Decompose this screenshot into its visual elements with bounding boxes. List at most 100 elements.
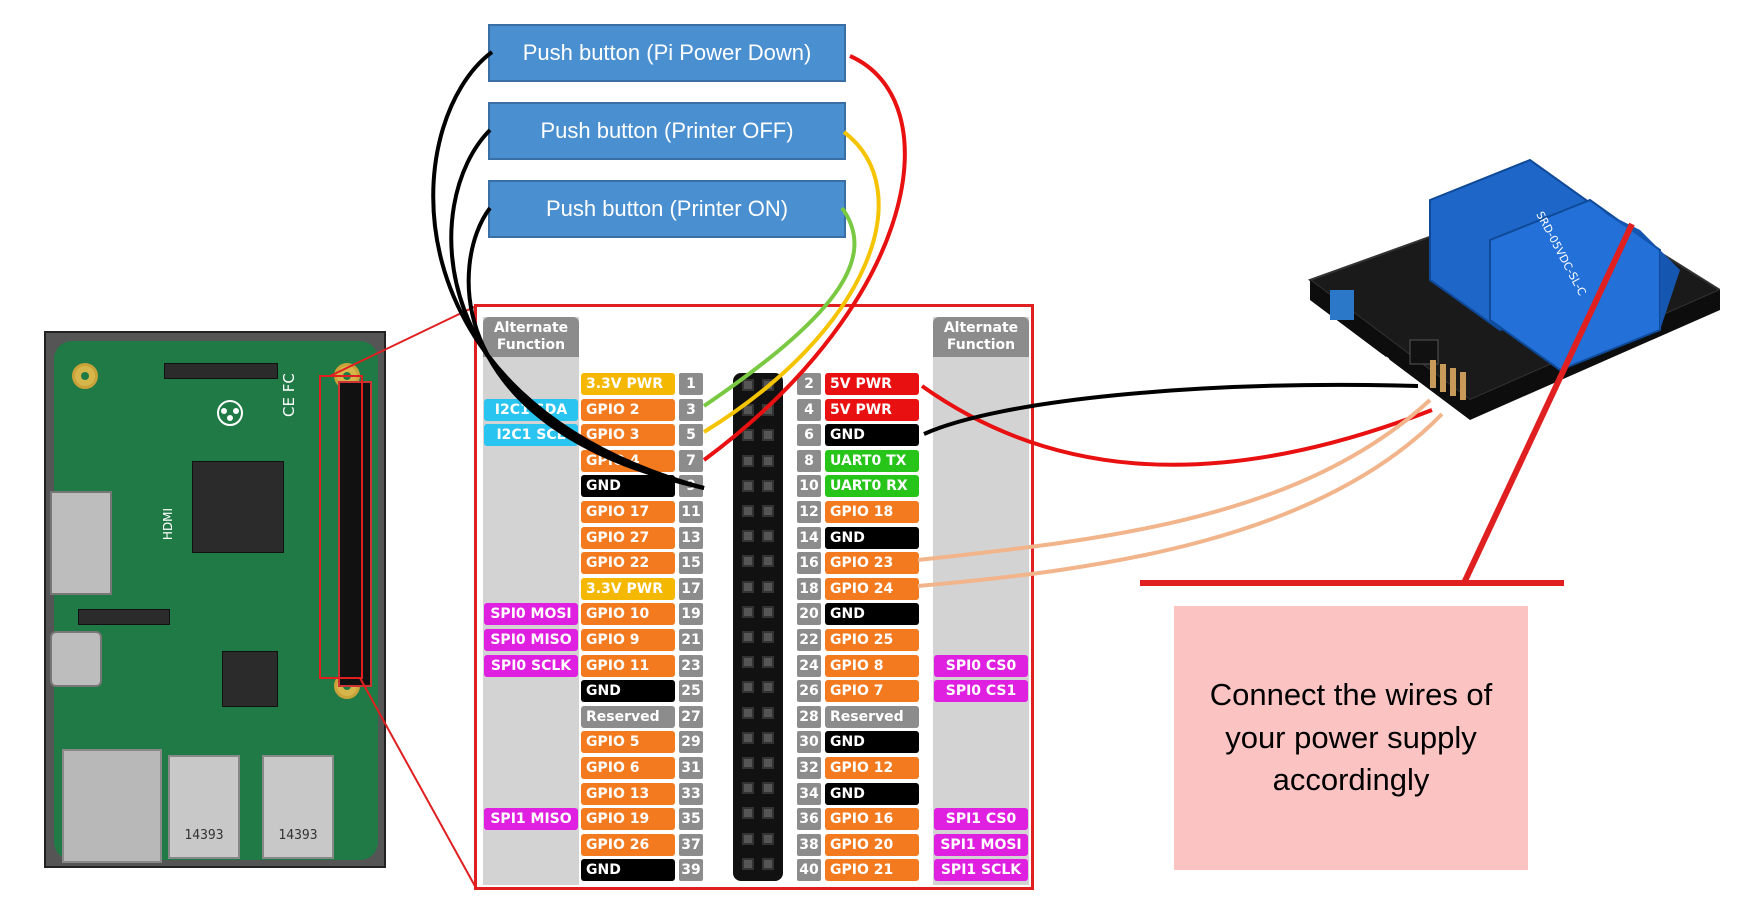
header-pin [762,857,774,870]
header-pin [762,832,774,845]
pin-label-right: GND [825,731,919,754]
pin-label-left: 3.3V PWR [581,577,675,600]
power-supply-note: Connect the wires of your power supply a… [1174,606,1528,870]
header-pin [762,429,774,442]
pin-number-left: 39 [679,859,703,882]
header-pin [762,706,774,719]
header-pin [762,631,774,643]
header-pin [742,429,754,442]
alt-function-label-left: SPI0 MISO [484,629,578,651]
gpio-pinout-diagram: Alternate Function Alternate Function 3.… [474,304,1034,890]
alt-function-label-left: I2C1 SDA [484,398,578,421]
pin-number-right: 2 [797,373,821,395]
alt-function-header-right: Alternate Function [933,317,1029,357]
pin-number-right: 16 [797,552,821,575]
header-pin [762,479,774,492]
pin-label-left: GPIO 2 [581,398,675,421]
header-pin [742,379,754,391]
push-button-pi-power-down: Push button (Pi Power Down) [488,24,846,82]
pin-label-left: GPIO 17 [581,501,675,523]
pin-label-left: GPIO 26 [581,833,675,856]
usb-port: 14393 [168,755,240,859]
pin-number-left: 11 [679,501,703,523]
hdmi-port [50,491,112,595]
header-pin [762,731,774,744]
pin-label-right: GPIO 23 [825,552,919,575]
pin-label-right: GPIO 25 [825,629,919,651]
pin-number-left: 9 [679,475,703,498]
pin-label-left: Reserved [581,705,675,728]
pin-number-left: 35 [679,808,703,831]
header-pin [762,681,774,694]
pin-number-left: 17 [679,577,703,600]
pin-label-left: 3.3V PWR [581,373,675,395]
alt-function-label-left: SPI1 MISO [484,808,578,831]
pin-label-right: GND [825,603,919,626]
pin-label-right: GPIO 21 [825,859,919,882]
pin-label-left: GND [581,859,675,882]
header-pin [742,530,754,543]
pin-number-right: 12 [797,501,821,523]
pin-number-right: 10 [797,475,821,498]
pin-label-left: GPIO 10 [581,603,675,626]
pin-number-left: 31 [679,757,703,779]
header-pin [762,530,774,543]
pin-label-right: GPIO 12 [825,757,919,779]
alt-function-label-right: SPI0 CS1 [934,680,1028,703]
pin-label-right: UART0 TX [825,449,919,472]
pin-number-right: 36 [797,808,821,831]
pin-label-right: GPIO 8 [825,654,919,677]
alt-function-label-left: I2C1 SCL [484,424,578,447]
alt-function-label-right: SPI0 CS0 [934,654,1028,677]
pin-number-right: 18 [797,577,821,600]
pin-number-left: 19 [679,603,703,626]
raspberry-logo-icon [217,400,243,426]
pin-number-right: 34 [797,782,821,805]
pin-label-right: GPIO 24 [825,577,919,600]
pin-number-left: 25 [679,680,703,703]
header-pin [742,757,754,769]
pin-label-right: GPIO 16 [825,808,919,831]
header-pin [742,731,754,744]
push-button-printer-off: Push button (Printer OFF) [488,102,846,160]
pin-label-left: GPIO 9 [581,629,675,651]
pin-label-left: GPIO 6 [581,757,675,779]
pin-label-right: GPIO 7 [825,680,919,703]
header-pin [742,580,754,593]
pin-number-left: 23 [679,654,703,677]
pin-number-right: 30 [797,731,821,754]
usb-controller-chip [222,651,278,707]
header-pin [762,580,774,593]
hdmi-text: HDMI [161,507,176,541]
camera-connector [164,363,278,379]
pin-number-right: 26 [797,680,821,703]
header-pin [742,505,754,517]
header-pin [742,454,754,467]
header-pin [742,807,754,820]
display-connector [78,609,170,625]
raspberry-pi-board: 14393 14393 HDMI CE FC [44,331,386,868]
pin-label-right: 5V PWR [825,373,919,395]
pin-label-left: GPIO 5 [581,731,675,754]
pin-number-right: 4 [797,398,821,421]
pin-number-left: 5 [679,424,703,447]
pin-label-left: GPIO 3 [581,424,675,447]
header-pin [742,857,754,870]
header-pin [762,807,774,820]
pin-number-right: 6 [797,424,821,447]
pin-number-right: 14 [797,526,821,549]
pin-label-right: GPIO 20 [825,833,919,856]
pin-number-right: 8 [797,449,821,472]
pin-label-right: GND [825,782,919,805]
alt-function-label-left: SPI0 SCLK [484,654,578,677]
pin-number-right: 40 [797,859,821,882]
header-pin [742,631,754,643]
header-pin [762,379,774,391]
pin-number-right: 22 [797,629,821,651]
ethernet-port [62,749,162,863]
pin-number-right: 20 [797,603,821,626]
header-pin [742,605,754,618]
pin-number-left: 29 [679,731,703,754]
push-button-printer-on: Push button (Printer ON) [488,180,846,238]
alt-function-label-left: SPI0 MOSI [484,603,578,626]
